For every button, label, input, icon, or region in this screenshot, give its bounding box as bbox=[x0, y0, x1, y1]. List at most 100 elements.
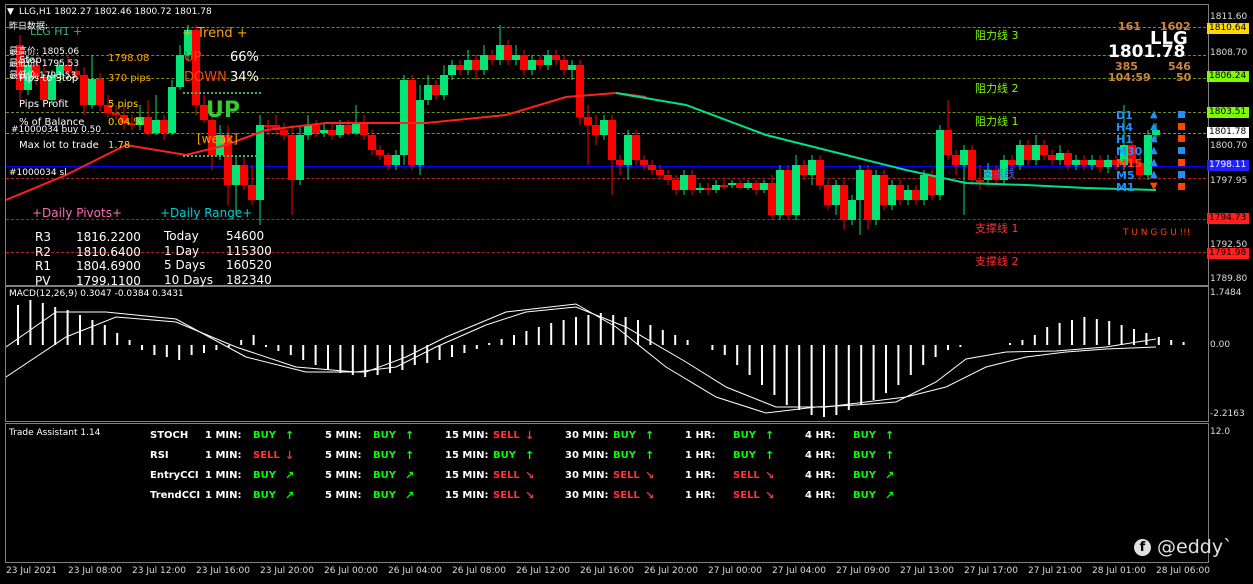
date-label: 23 Jul 16:00 bbox=[196, 566, 250, 576]
macd-axis-label: -2.2163 bbox=[1210, 409, 1245, 419]
arrow-up-icon: ↑ bbox=[645, 449, 655, 462]
timeframe-label: 1 HR: bbox=[685, 450, 716, 461]
macd-histogram[interactable] bbox=[6, 287, 1206, 419]
date-label: 26 Jul 20:00 bbox=[644, 566, 698, 576]
macd-axis-label: 0.00 bbox=[1210, 340, 1231, 350]
pivot-value: 1810.6400 bbox=[76, 244, 141, 259]
candle-body bbox=[304, 125, 312, 135]
candle-body bbox=[936, 130, 944, 195]
signal-buy: BUY bbox=[853, 470, 876, 481]
candle-body bbox=[464, 60, 472, 70]
timeframe-label: 1 HR: bbox=[685, 490, 716, 501]
candle-body bbox=[472, 60, 480, 70]
up-arrow-icon: ▲ bbox=[1150, 109, 1158, 120]
candle-body bbox=[848, 200, 856, 220]
candle-body bbox=[864, 170, 872, 220]
resistance-1-label: 阻力线 1 bbox=[975, 115, 1019, 128]
date-label: 26 Jul 12:00 bbox=[516, 566, 570, 576]
price-tag: 1798.11 bbox=[1207, 160, 1249, 171]
arrow-up-icon: ↑ bbox=[765, 449, 775, 462]
signal-buy: BUY bbox=[373, 470, 396, 481]
stop-label: Stop bbox=[19, 55, 42, 66]
signal-sell: SELL bbox=[253, 450, 280, 461]
candle-body bbox=[720, 185, 728, 187]
signal-sell: SELL bbox=[733, 490, 760, 501]
order-sl-label[interactable]: #1000034 sl bbox=[9, 168, 67, 178]
candle-body bbox=[336, 125, 344, 135]
candle-body bbox=[944, 130, 952, 155]
trend-divider-bottom bbox=[183, 155, 261, 157]
candle-body bbox=[424, 85, 432, 100]
order-buy-label[interactable]: #1000034 buy 0.50 bbox=[11, 125, 101, 135]
signal-buy: BUY bbox=[613, 430, 636, 441]
balance-value: 0.04 % bbox=[108, 117, 143, 128]
arrow-up-icon: ↗ bbox=[885, 489, 895, 502]
signal-sell: SELL bbox=[613, 470, 640, 481]
signal-square-icon bbox=[1178, 183, 1185, 190]
max-lot-value: 1.78 bbox=[108, 140, 131, 151]
trend-divider bbox=[183, 92, 261, 94]
arrow-up-icon: ↗ bbox=[405, 489, 415, 502]
candle-body bbox=[264, 125, 272, 127]
signal-sell: SELL bbox=[613, 490, 640, 501]
signal-buy: BUY bbox=[733, 430, 756, 441]
arrow-up-icon: ↑ bbox=[405, 449, 415, 462]
candle-body bbox=[400, 80, 408, 155]
timeframe-label: 30 MIN: bbox=[565, 430, 609, 441]
pivot-value: 1799.1100 bbox=[76, 273, 141, 288]
candle-body bbox=[840, 185, 848, 220]
candle-body bbox=[320, 130, 328, 133]
arrow-up-icon: ↗ bbox=[285, 489, 295, 502]
price-axis-label: 1808.70 bbox=[1210, 48, 1248, 58]
price-tag: 1794.73 bbox=[1207, 213, 1249, 224]
candle-body bbox=[808, 160, 816, 175]
date-label: 23 Jul 12:00 bbox=[132, 566, 186, 576]
max-lot-label: Max lot to trade bbox=[19, 140, 99, 151]
timeframe-label: 1 MIN: bbox=[205, 490, 242, 501]
candle-body bbox=[1080, 160, 1088, 165]
moving-average-red bbox=[6, 91, 647, 201]
trend-up-label: UP bbox=[184, 50, 202, 65]
chart-window: ▼ LLG,H1 1802.27 1802.46 1800.72 1801.78… bbox=[0, 0, 1253, 584]
timeframe-label: 1 HR: bbox=[685, 470, 716, 481]
candle-body bbox=[496, 45, 504, 60]
stat-161: 161 bbox=[1118, 20, 1141, 33]
indicator-stoch: STOCH bbox=[150, 430, 189, 441]
stat-50: 50 bbox=[1176, 71, 1192, 84]
candle-body bbox=[1056, 153, 1064, 160]
timeframe-label: 5 MIN: bbox=[325, 470, 362, 481]
up-arrow-icon: ▲ bbox=[1150, 133, 1158, 144]
candle-body bbox=[880, 175, 888, 205]
date-label: 28 Jul 01:00 bbox=[1092, 566, 1146, 576]
candle-body bbox=[312, 125, 320, 133]
candle-body bbox=[1064, 153, 1072, 165]
candle-body bbox=[696, 188, 704, 190]
candle-body bbox=[512, 55, 520, 60]
timeframe-label: 4 HR: bbox=[805, 470, 836, 481]
candle-body bbox=[656, 170, 664, 175]
candle-body bbox=[152, 120, 160, 133]
date-label: 23 Jul 08:00 bbox=[68, 566, 122, 576]
candle-body bbox=[592, 125, 600, 135]
timeframe-label: 5 MIN: bbox=[325, 430, 362, 441]
timeframe-label: 15 MIN: bbox=[445, 490, 489, 501]
candle-body bbox=[608, 120, 616, 160]
date-label: 26 Jul 00:00 bbox=[324, 566, 378, 576]
candle-body bbox=[712, 185, 720, 190]
trend-big-label: UP bbox=[206, 98, 240, 123]
date-label: 28 Jul 06:00 bbox=[1156, 566, 1210, 576]
candle-body bbox=[520, 55, 528, 70]
timeframe-label: 4 HR: bbox=[805, 490, 836, 501]
timeframe-label: 1 MIN: bbox=[205, 450, 242, 461]
candle-body bbox=[768, 183, 776, 215]
pivot-value: 1804.6900 bbox=[76, 259, 141, 273]
timeframe-label: 1 MIN: bbox=[205, 430, 242, 441]
price-tag: 1791.98 bbox=[1207, 248, 1249, 259]
candle-body bbox=[600, 120, 608, 135]
candle-body bbox=[648, 165, 656, 170]
stop-value: 1798.08 bbox=[108, 53, 150, 64]
range-value: 54600 bbox=[226, 229, 265, 243]
date-label: 27 Jul 04:00 bbox=[772, 566, 826, 576]
range-value: 115300 bbox=[226, 243, 272, 258]
timeframe-label: 30 MIN: bbox=[565, 470, 609, 481]
